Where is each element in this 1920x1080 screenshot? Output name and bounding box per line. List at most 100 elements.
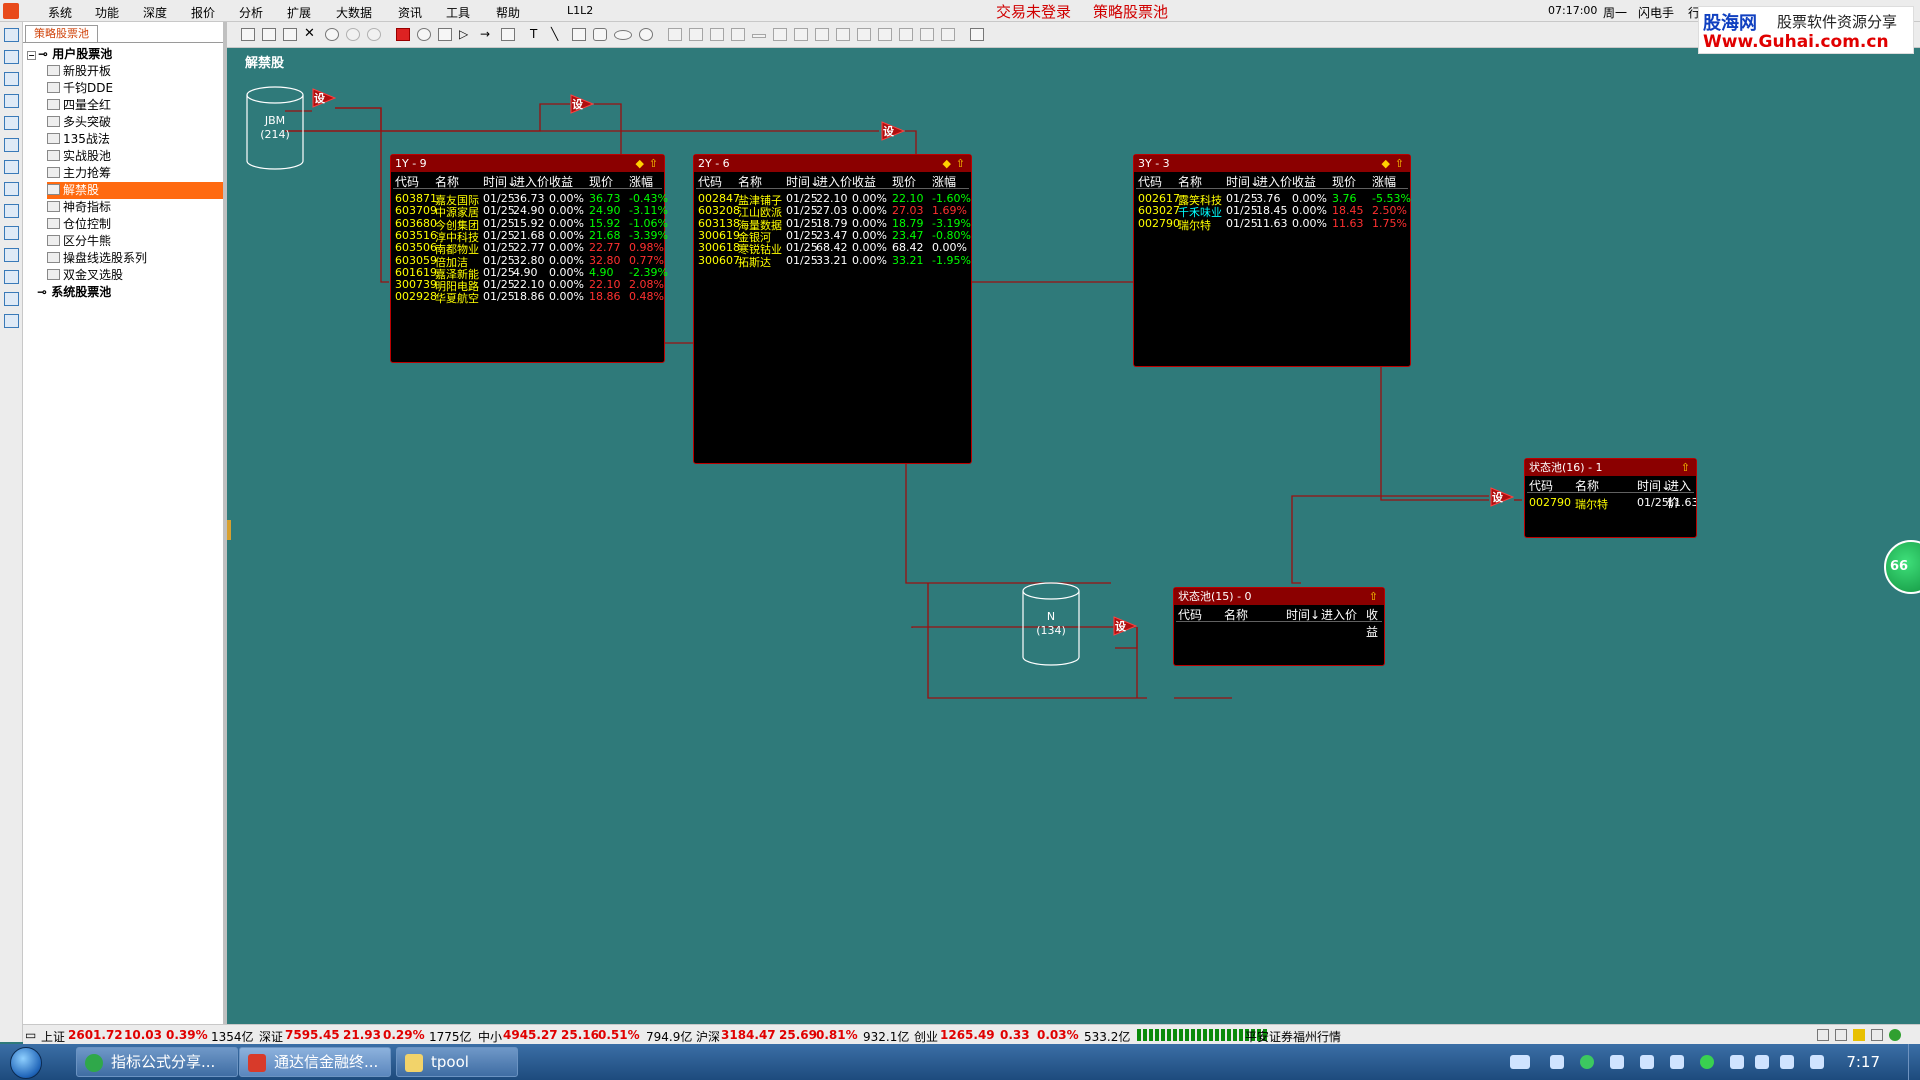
pool-header[interactable]: 2Y - 6 ◆ ⇧ bbox=[694, 155, 971, 172]
up-arrow-icon[interactable] bbox=[4, 50, 19, 64]
cell-code[interactable]: 603871 bbox=[395, 192, 437, 205]
broker-name[interactable]: 平安证券福州行情 bbox=[1245, 1028, 1341, 1045]
cell-name[interactable]: 华夏航空 bbox=[435, 290, 479, 306]
cell-name[interactable]: 瑞尔特 bbox=[1178, 217, 1211, 233]
cell-code[interactable]: 002790 bbox=[1529, 496, 1571, 509]
taskbar-button[interactable]: tpool bbox=[396, 1047, 518, 1077]
stock-pool-1y[interactable]: 1Y - 9 ◆ ⇧ 代码 名称 时间↓ 进入价 收益 现价 涨幅 603871… bbox=[390, 154, 668, 363]
cell-code[interactable]: 002928 bbox=[395, 290, 437, 303]
network-share-icon[interactable] bbox=[1550, 1055, 1564, 1069]
taskbar-clock[interactable]: 7:17 bbox=[1846, 1053, 1880, 1071]
menu-function[interactable]: 功能 bbox=[95, 4, 119, 21]
connection-icon[interactable] bbox=[1889, 1029, 1901, 1041]
collapse-up-icon[interactable]: ⇧ bbox=[1395, 155, 1404, 172]
stock-pool-3y[interactable]: 3Y - 3 ◆ ⇧ 代码 名称 时间↓ 进入价 收益 现价 涨幅 002617… bbox=[1133, 154, 1411, 367]
column-header[interactable]: 进入价 bbox=[816, 173, 852, 190]
menu-tools[interactable]: 工具 bbox=[446, 4, 470, 21]
column-header[interactable]: 代码 bbox=[395, 173, 419, 190]
group-tool-icon[interactable] bbox=[501, 28, 515, 41]
align-right-icon[interactable] bbox=[710, 28, 724, 41]
menu-extend[interactable]: 扩展 bbox=[287, 4, 311, 21]
filter-gate[interactable]: 设 bbox=[881, 121, 905, 141]
new-icon[interactable] bbox=[241, 28, 255, 41]
circle-tool-icon[interactable] bbox=[639, 28, 653, 41]
pool-header[interactable]: 1Y - 9 ◆ ⇧ bbox=[391, 155, 664, 172]
menu-depth[interactable]: 深度 bbox=[143, 4, 167, 21]
down-arrow-icon[interactable] bbox=[4, 72, 19, 86]
delete-icon[interactable]: ✕ bbox=[304, 27, 318, 41]
text-tool-icon[interactable]: T bbox=[530, 28, 544, 41]
plus-icon[interactable] bbox=[1700, 1055, 1714, 1069]
arrow-tool-icon[interactable]: → bbox=[480, 28, 494, 41]
collapse-icon[interactable]: − bbox=[27, 51, 36, 60]
feather-icon[interactable] bbox=[1610, 1055, 1624, 1069]
chart-line-icon[interactable] bbox=[4, 138, 19, 152]
ellipse-tool-icon[interactable] bbox=[614, 30, 632, 40]
bluetooth-icon[interactable] bbox=[1810, 1055, 1824, 1069]
calculator-icon[interactable] bbox=[970, 28, 984, 41]
pause-icon[interactable] bbox=[346, 28, 360, 41]
column-header[interactable]: 涨幅 bbox=[932, 173, 956, 190]
tree-node-user-pool[interactable]: − ⊸ 用户股票池 bbox=[27, 46, 112, 63]
line-tool-icon[interactable]: ╲ bbox=[551, 28, 565, 41]
index-name[interactable]: 深证 bbox=[259, 1028, 283, 1045]
column-header[interactable]: 代码 bbox=[698, 173, 722, 190]
column-header[interactable]: 名称 bbox=[1224, 606, 1248, 623]
column-header[interactable]: 时间↓ bbox=[1226, 173, 1260, 190]
stock-source-cylinder-jbm[interactable]: JBM (214) bbox=[246, 86, 304, 170]
column-header[interactable]: 现价 bbox=[892, 173, 916, 190]
column-header[interactable]: 进入价 bbox=[1321, 606, 1357, 623]
same-width-icon[interactable] bbox=[836, 28, 850, 41]
collapse-up-icon[interactable]: ⇧ bbox=[649, 155, 658, 172]
same-size-icon[interactable] bbox=[878, 28, 892, 41]
collapse-up-icon[interactable]: ⇧ bbox=[1681, 459, 1690, 476]
line-width-icon[interactable] bbox=[752, 34, 766, 38]
space-vertical-icon[interactable] bbox=[920, 28, 934, 41]
table-tool-icon[interactable] bbox=[438, 28, 452, 41]
window-icon[interactable] bbox=[1835, 1029, 1847, 1041]
align-bottom-icon[interactable] bbox=[815, 28, 829, 41]
pool-tool-icon[interactable] bbox=[417, 28, 431, 41]
chart-bar-icon[interactable] bbox=[4, 160, 19, 174]
signal-icon[interactable] bbox=[1755, 1055, 1769, 1069]
index-name[interactable]: 沪深 bbox=[696, 1028, 720, 1045]
show-desktop-button[interactable] bbox=[1908, 1044, 1920, 1080]
tree-item[interactable]: 新股开板 bbox=[47, 63, 111, 80]
column-header[interactable]: 收益 bbox=[852, 173, 876, 190]
quote-list-icon[interactable] bbox=[4, 94, 19, 108]
cell-code[interactable]: 603680 bbox=[395, 217, 437, 230]
index-name[interactable]: 创业 bbox=[914, 1028, 938, 1045]
align-left-icon[interactable] bbox=[668, 28, 682, 41]
taskbar-button-active[interactable]: 通达信金融终... bbox=[239, 1047, 391, 1077]
tree-item[interactable]: 操盘线选股系列 bbox=[47, 250, 147, 267]
f2-icon[interactable] bbox=[4, 270, 19, 284]
column-header[interactable]: 收益 bbox=[1366, 606, 1384, 640]
menu-bigdata[interactable]: 大数据 bbox=[336, 4, 372, 21]
column-header[interactable]: 收益 bbox=[1292, 173, 1316, 190]
cell-name[interactable]: 瑞尔特 bbox=[1575, 496, 1608, 512]
cell-code[interactable]: 002790 bbox=[1138, 217, 1180, 230]
market-icon[interactable]: ▭ bbox=[25, 1028, 36, 1042]
align-middle-icon[interactable] bbox=[794, 28, 808, 41]
column-header[interactable]: 涨幅 bbox=[1372, 173, 1396, 190]
pool-header[interactable]: 状态池(15) - 0 ⇧ bbox=[1174, 588, 1384, 605]
space-horizontal-icon[interactable] bbox=[899, 28, 913, 41]
start-button-icon[interactable] bbox=[10, 1047, 42, 1079]
pool-header[interactable]: 状态池(16) - 1 ⇧ bbox=[1525, 459, 1696, 476]
column-header[interactable]: 代码 bbox=[1178, 606, 1202, 623]
align-top-icon[interactable] bbox=[773, 28, 787, 41]
grid-icon[interactable] bbox=[4, 116, 19, 130]
cell-name[interactable]: 拓斯达 bbox=[738, 254, 771, 270]
menu-analysis[interactable]: 分析 bbox=[239, 4, 263, 21]
cell-code[interactable]: 300739 bbox=[395, 278, 437, 291]
roundrect-tool-icon[interactable] bbox=[593, 28, 607, 41]
calendar-icon[interactable] bbox=[4, 248, 19, 262]
column-header[interactable]: 收益 bbox=[549, 173, 573, 190]
column-header[interactable]: 涨幅 bbox=[629, 173, 653, 190]
column-header[interactable]: 时间↓ bbox=[786, 173, 820, 190]
open-icon[interactable] bbox=[262, 28, 276, 41]
menu-l1l2[interactable]: L1L2 bbox=[567, 4, 593, 17]
tree-item[interactable]: 135战法 bbox=[47, 131, 110, 148]
column-header[interactable]: 现价 bbox=[589, 173, 613, 190]
cell-code[interactable]: 002617 bbox=[1138, 192, 1180, 205]
